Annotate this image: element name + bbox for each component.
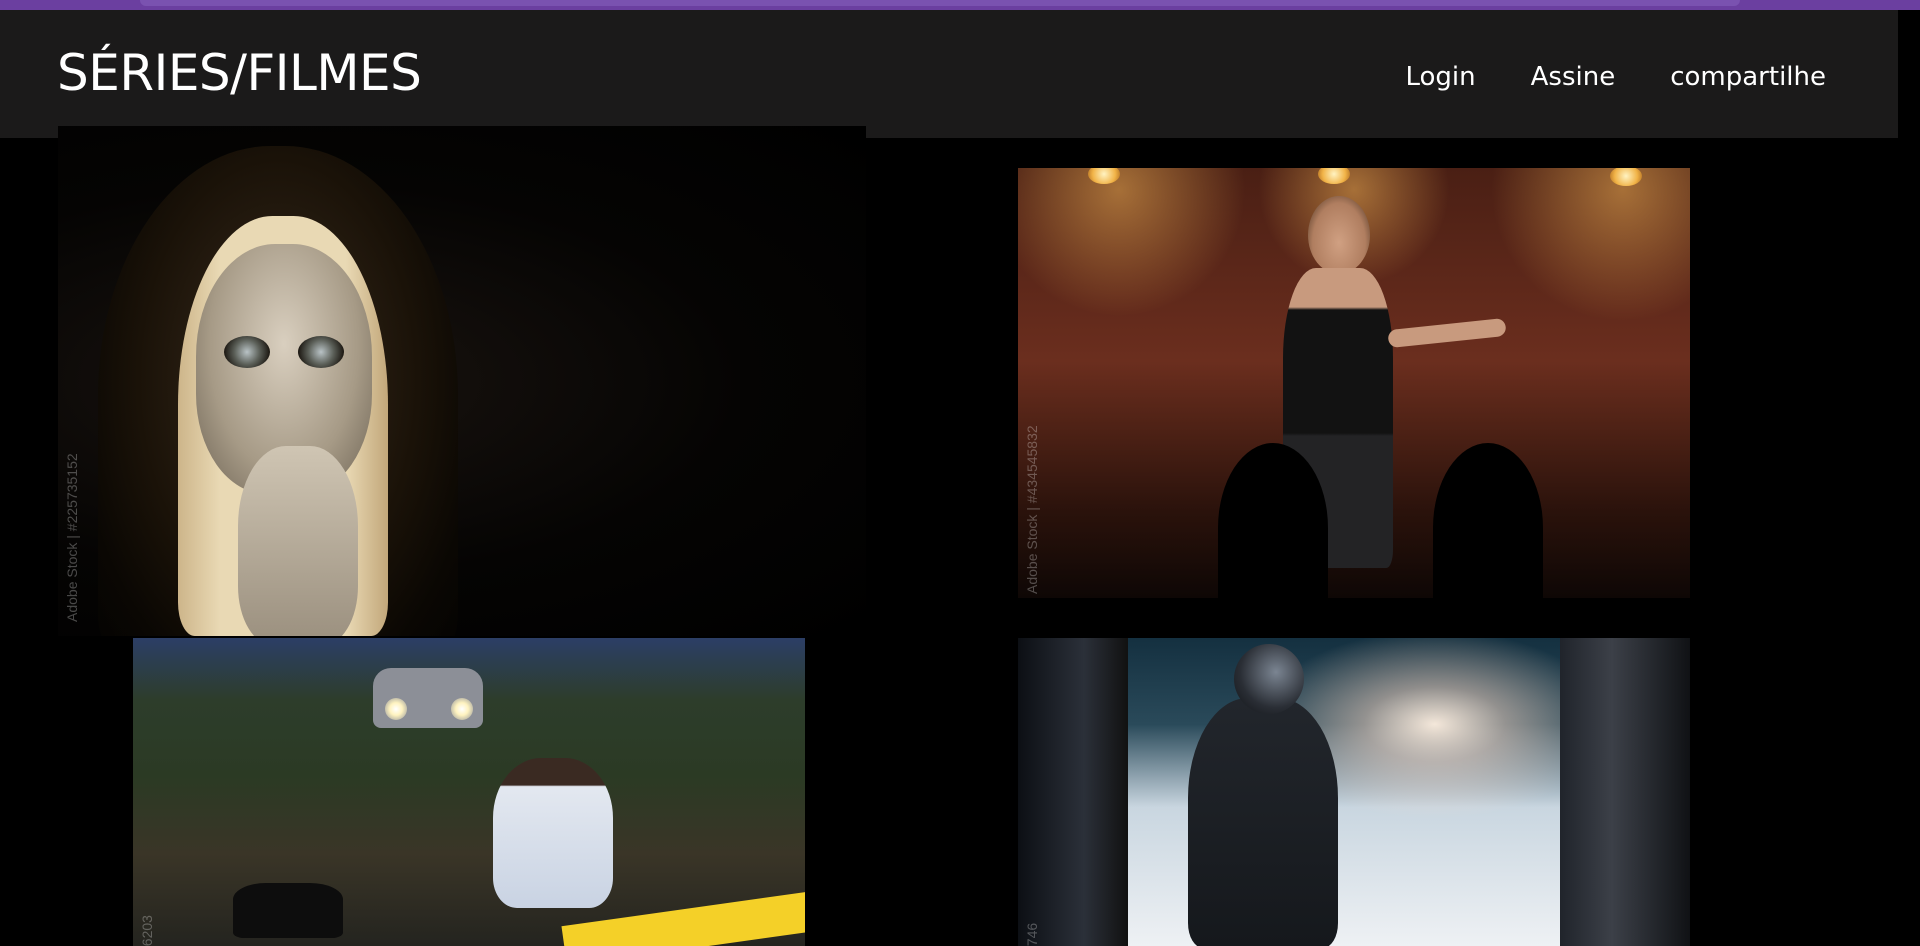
site-header: SÉRIES/FILMES Login Assine compartilhe [0, 10, 1898, 138]
site-title[interactable]: SÉRIES/FILMES [57, 44, 422, 102]
poster-watermark: Adobe Stock | #434545832 [1024, 425, 1040, 594]
nav-share-link[interactable]: compartilhe [1670, 62, 1826, 92]
nav-login-link[interactable]: Login [1405, 62, 1475, 92]
spaceship-frame-left [1018, 638, 1128, 946]
comedian-head-shape [1308, 196, 1370, 274]
nav-subscribe-link[interactable]: Assine [1531, 62, 1616, 92]
headlight-icon [451, 698, 473, 720]
poster-watermark: 06203 [139, 915, 155, 946]
spotlight-icon [1088, 168, 1120, 184]
main-nav: Login Assine compartilhe [1405, 62, 1826, 92]
poster-crime-scene[interactable]: 06203 [133, 638, 805, 946]
browser-tab-strip [140, 0, 1740, 6]
audience-silhouette [1433, 443, 1543, 598]
poster-horror-nun[interactable]: Adobe Stock | #225735152 [58, 126, 866, 636]
astronaut-helmet-shape [1234, 644, 1304, 714]
poster-watermark: Adobe Stock | #225735152 [64, 453, 80, 622]
poster-watermark: 4746 [1024, 922, 1040, 946]
nun-left-eye [224, 336, 270, 368]
spaceship-frame-right [1560, 638, 1690, 946]
poster-grid: Adobe Stock | #225735152 Adobe Stock | #… [0, 126, 1898, 946]
investigator-shape [493, 758, 613, 908]
spotlight-icon [1318, 168, 1350, 184]
spotlight-icon [1610, 168, 1642, 186]
evidence-bag-shape [233, 883, 343, 938]
astronaut-body-shape [1188, 698, 1338, 946]
poster-astronaut[interactable]: 4746 [1018, 638, 1690, 946]
headlight-icon [385, 698, 407, 720]
poster-standup-comedian[interactable]: Adobe Stock | #434545832 [1018, 168, 1690, 598]
comedian-arm-shape [1387, 317, 1507, 349]
nun-hand-shape [238, 446, 358, 636]
nun-right-eye [298, 336, 344, 368]
browser-top-bar [0, 0, 1920, 10]
